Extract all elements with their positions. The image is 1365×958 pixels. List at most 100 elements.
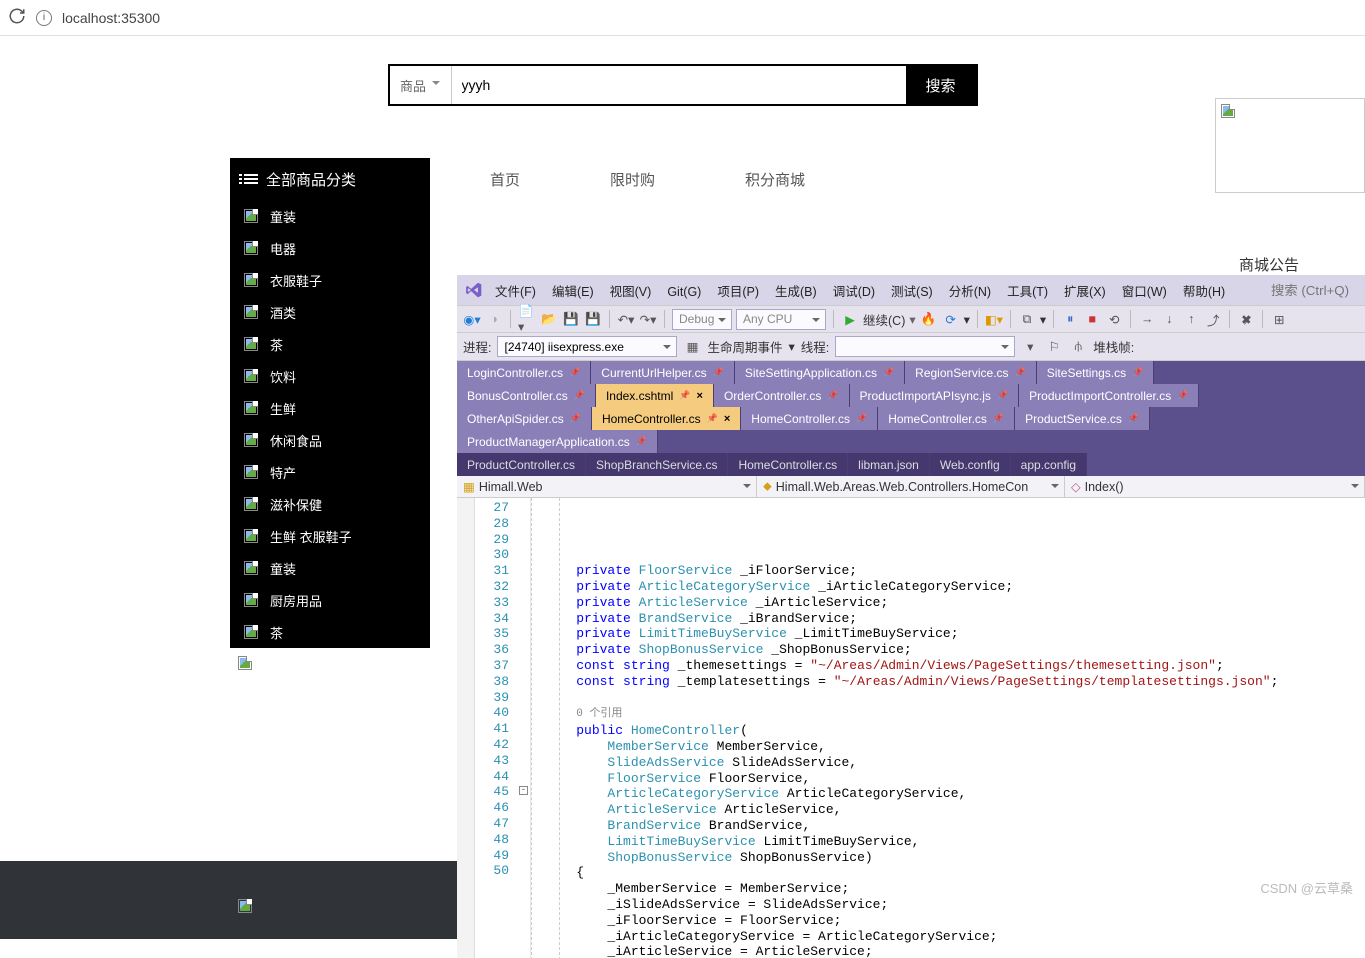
close-icon[interactable]: × [697,390,703,402]
nav-flash[interactable]: 限时购 [610,169,655,190]
code-line[interactable]: SlideAdsService SlideAdsService, [545,755,1278,771]
category-item[interactable]: 酒类 [230,296,430,328]
vs-tab[interactable]: OrderController.cs📌 [714,384,850,407]
category-item[interactable]: 休闲食品 [230,424,430,456]
pin-icon[interactable]: 📌 [993,413,1004,424]
filter-icon[interactable]: ▾ [1021,338,1039,356]
code-line[interactable]: ArticleCategoryService ArticleCategorySe… [545,786,1278,802]
threads-icon[interactable]: ⫛ [1069,338,1087,356]
vs-menu-item[interactable]: 测试(S) [883,281,941,303]
thread-select[interactable] [835,336,1015,357]
vs-menu-item[interactable]: 帮助(H) [1175,281,1233,303]
open-icon[interactable]: 📂 [540,310,558,328]
vs-tab[interactable]: Web.config [930,453,1011,476]
code-line[interactable]: private LimitTimeBuyService _LimitTimeBu… [545,626,1278,642]
vs-tab[interactable]: ProductController.cs [457,453,586,476]
tool-icon[interactable]: ✖̷ [1237,310,1255,328]
vs-tab[interactable]: Index.cshtml📌× [596,384,714,407]
vs-menu-item[interactable]: 编辑(E) [544,281,602,303]
vs-tab[interactable]: HomeController.cs [728,453,848,476]
code-line[interactable]: private BrandService _iBrandService; [545,611,1278,627]
vs-tab[interactable]: CurrentUrlHelper.cs📌 [591,361,735,384]
code-line[interactable]: private FloorService _iFloorService; [545,563,1278,579]
pin-icon[interactable]: 📌 [856,413,867,424]
pause-icon[interactable]: ⏸ [1061,310,1079,328]
code-editor[interactable]: 2728293031323334353637383940414243444546… [457,498,1365,958]
hot-reload-icon[interactable]: 🔥 [920,310,938,328]
code-line[interactable]: _iSlideAdsService = SlideAdsService; [545,897,1278,913]
continue-label[interactable]: 继续(C) [863,310,905,329]
category-item[interactable]: 茶 [230,328,430,360]
browser-link-icon[interactable]: ◧▾ [985,310,1003,328]
code-line[interactable]: const string _themesettings = "~/Areas/A… [545,658,1278,674]
lifecycle-label[interactable]: 生命周期事件 [707,337,782,356]
vs-tab[interactable]: ProductService.cs📌 [1015,407,1150,430]
category-item[interactable]: 生鲜 衣服鞋子 [230,520,430,552]
search-button[interactable]: 搜索 [906,66,976,104]
fold-icon[interactable]: - [519,786,528,795]
code-line[interactable]: ShopBonusService ShopBonusService) [545,850,1278,866]
refresh-icon[interactable]: ⟲ [1105,310,1123,328]
category-item[interactable]: 衣服鞋子 [230,264,430,296]
code-line[interactable]: MemberService MemberService, [545,739,1278,755]
pin-icon[interactable]: 📌 [997,390,1008,401]
code-line[interactable]: 0 个引用 [545,705,1278,723]
nav-points[interactable]: 积分商城 [745,169,805,190]
search-input[interactable] [452,66,906,104]
categories-header[interactable]: 全部商品分类 [230,158,430,200]
platform-select[interactable]: Any CPU [736,309,826,330]
pin-icon[interactable]: 📌 [827,390,838,401]
vs-menu-item[interactable]: Git(G) [659,281,709,303]
vs-tab[interactable]: ProductImportAPIsync.js📌 [850,384,1020,407]
code-line[interactable]: _iArticleService = ArticleService; [545,944,1278,958]
category-item[interactable]: 童装 [230,200,430,232]
vs-tab[interactable]: ShopBranchService.cs [586,453,728,476]
code-line[interactable]: const string _templatesettings = "~/Area… [545,674,1278,690]
vs-tab[interactable]: ProductImportController.cs📌 [1019,384,1199,407]
save-icon[interactable]: 💾 [562,310,580,328]
vs-menu-item[interactable]: 文件(F) [487,281,544,303]
vs-menu-item[interactable]: 扩展(X) [1056,281,1114,303]
undo-icon[interactable]: ↶▾ [617,310,635,328]
crumb-method[interactable]: ◇Index() [1065,476,1365,497]
step-icon[interactable]: ⤴ [1204,310,1222,328]
code-line[interactable]: LimitTimeBuyService LimitTimeBuyService, [545,834,1278,850]
code-line[interactable]: ArticleService ArticleService, [545,802,1278,818]
nav-home[interactable]: 首页 [490,169,520,190]
code-line[interactable]: BrandService BrandService, [545,818,1278,834]
restart-icon[interactable]: ⟳ [942,310,960,328]
stop-icon[interactable]: ■ [1083,310,1101,328]
vs-tab[interactable]: ProductManagerApplication.cs📌 [457,430,658,453]
category-item[interactable]: 生鲜 [230,392,430,424]
code-line[interactable]: { [545,865,1278,881]
tool-icon[interactable]: ⊞ [1270,310,1288,328]
continue-icon[interactable]: ▶ [841,310,859,328]
vs-tab[interactable]: LoginController.cs📌 [457,361,591,384]
vs-menu-item[interactable]: 项目(P) [709,281,767,303]
reload-icon[interactable] [8,7,26,28]
pin-icon[interactable]: 📌 [707,413,718,424]
url-text[interactable]: localhost:35300 [62,10,160,26]
save-all-icon[interactable]: 💾 [584,310,602,328]
vs-tab[interactable]: RegionService.cs📌 [905,361,1037,384]
step-into-icon[interactable]: → [1138,310,1156,328]
vs-tab[interactable]: SiteSettingApplication.cs📌 [735,361,905,384]
step-over-icon[interactable]: ↓ [1160,310,1178,328]
code-line[interactable]: _MemberService = MemberService; [545,881,1278,897]
vs-tab[interactable]: OtherApiSpider.cs📌 [457,407,592,430]
pin-icon[interactable]: 📌 [1132,367,1143,378]
vs-tab[interactable]: HomeController.cs📌× [592,407,741,430]
crumb-project[interactable]: ▦Himall.Web [457,476,757,497]
vs-tab[interactable]: HomeController.cs📌 [741,407,878,430]
find-icon[interactable]: ⧉ [1018,310,1036,328]
pin-icon[interactable]: 📌 [1015,367,1026,378]
vs-tab[interactable]: BonusController.cs📌 [457,384,596,407]
pin-icon[interactable]: 📌 [713,367,724,378]
search-category-select[interactable]: 商品 [390,66,452,104]
pin-icon[interactable]: 📌 [636,436,647,447]
step-out-icon[interactable]: ↑ [1182,310,1200,328]
vs-menu-item[interactable]: 分析(N) [941,281,999,303]
code-line[interactable]: private ArticleService _iArticleService; [545,595,1278,611]
code-line[interactable] [545,690,1278,706]
close-icon[interactable]: × [724,413,730,425]
